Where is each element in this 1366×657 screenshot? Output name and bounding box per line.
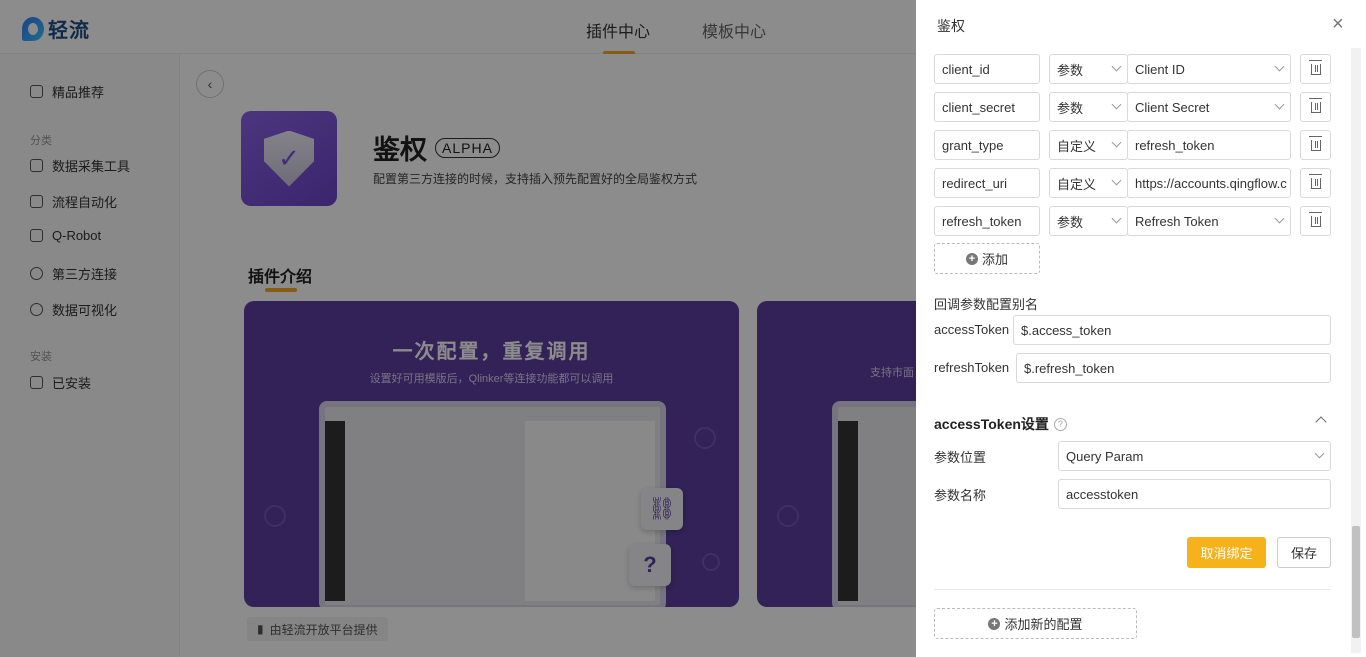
param-value-text: refresh_token bbox=[1135, 137, 1215, 153]
trash-icon bbox=[1308, 135, 1322, 151]
param-type-select[interactable]: 参数 bbox=[1049, 54, 1128, 84]
add-param-button[interactable]: + 添加 bbox=[934, 243, 1040, 274]
chevron-down-icon bbox=[1111, 99, 1122, 110]
chevron-down-icon bbox=[1274, 99, 1285, 110]
param-value-text: Refresh Token bbox=[1135, 213, 1219, 229]
param-value-text: Client ID bbox=[1135, 61, 1185, 77]
param-name-input[interactable]: accesstoken bbox=[1058, 479, 1331, 509]
param-name-field[interactable]: client_secret bbox=[934, 92, 1040, 122]
param-type-select[interactable]: 参数 bbox=[1049, 206, 1128, 236]
param-type-select[interactable]: 自定义 bbox=[1049, 168, 1128, 198]
param-value-text: Client Secret bbox=[1135, 99, 1210, 115]
refresh-token-label: refreshToken bbox=[934, 360, 1010, 375]
callback-alias-title: 回调参数配置别名 bbox=[934, 297, 1039, 312]
chevron-down-icon bbox=[1274, 61, 1285, 72]
param-value-input[interactable]: refresh_token bbox=[1127, 130, 1291, 160]
auth-drawer: 鉴权 × + 添加 回调参数配置别名 accessToken $.access_… bbox=[916, 0, 1366, 657]
param-name-field[interactable]: client_id bbox=[934, 54, 1040, 84]
param-position-select[interactable]: Query Param bbox=[1058, 441, 1331, 471]
delete-param-button[interactable] bbox=[1300, 92, 1331, 122]
param-name-field[interactable]: grant_type bbox=[934, 130, 1040, 160]
param-position-label: 参数位置 bbox=[934, 450, 987, 465]
save-button[interactable]: 保存 bbox=[1277, 537, 1331, 568]
add-config-label: 添加新的配置 bbox=[1004, 617, 1083, 632]
access-token-label: accessToken bbox=[934, 322, 1010, 337]
param-type-value: 自定义 bbox=[1057, 176, 1097, 192]
delete-param-button[interactable] bbox=[1300, 54, 1331, 84]
param-type-select[interactable]: 参数 bbox=[1049, 92, 1128, 122]
chevron-down-icon bbox=[1111, 137, 1122, 148]
chevron-down-icon bbox=[1111, 175, 1122, 186]
param-type-value: 自定义 bbox=[1057, 138, 1097, 154]
scrollbar[interactable] bbox=[1351, 48, 1361, 653]
param-position-value: Query Param bbox=[1066, 448, 1144, 464]
chevron-down-icon bbox=[1274, 213, 1285, 224]
trash-icon bbox=[1308, 59, 1322, 75]
delete-param-button[interactable] bbox=[1300, 168, 1331, 198]
add-param-label: 添加 bbox=[981, 252, 1008, 267]
help-icon[interactable]: ? bbox=[1053, 417, 1067, 431]
trash-icon bbox=[1308, 173, 1322, 189]
trash-icon bbox=[1308, 97, 1322, 113]
param-name-field[interactable]: redirect_uri bbox=[934, 168, 1040, 198]
divider bbox=[934, 589, 1331, 590]
modal-overlay[interactable] bbox=[0, 0, 916, 657]
unbind-button[interactable]: 取消绑定 bbox=[1187, 537, 1266, 568]
param-type-value: 参数 bbox=[1057, 214, 1084, 230]
param-name-label: 参数名称 bbox=[934, 488, 987, 503]
chevron-down-icon bbox=[1111, 61, 1122, 72]
plus-circle-icon: + bbox=[988, 617, 1001, 630]
chevron-down-icon bbox=[1314, 448, 1325, 459]
param-type-value: 参数 bbox=[1057, 62, 1084, 78]
refresh-token-input[interactable]: $.refresh_token bbox=[1016, 353, 1331, 383]
param-value-text: https://accounts.qingflow.c bbox=[1135, 175, 1287, 191]
param-type-value: 参数 bbox=[1057, 100, 1084, 116]
drawer-title: 鉴权 bbox=[937, 18, 965, 34]
param-value-select[interactable]: Client ID bbox=[1127, 54, 1291, 84]
param-value-select[interactable]: Client Secret bbox=[1127, 92, 1291, 122]
chevron-down-icon bbox=[1111, 213, 1122, 224]
chevron-up-icon[interactable] bbox=[1315, 416, 1327, 428]
param-type-select[interactable]: 自定义 bbox=[1049, 130, 1128, 160]
access-token-input[interactable]: $.access_token bbox=[1013, 315, 1331, 345]
close-icon[interactable]: × bbox=[1332, 14, 1344, 34]
section-title-text: accessToken设置 bbox=[934, 416, 1049, 432]
scrollbar-thumb[interactable] bbox=[1352, 526, 1360, 638]
param-value-input[interactable]: https://accounts.qingflow.c bbox=[1127, 168, 1291, 198]
plus-circle-icon: + bbox=[965, 252, 978, 265]
add-config-button[interactable]: + 添加新的配置 bbox=[934, 608, 1137, 639]
delete-param-button[interactable] bbox=[1300, 130, 1331, 160]
param-value-select[interactable]: Refresh Token bbox=[1127, 206, 1291, 236]
delete-param-button[interactable] bbox=[1300, 206, 1331, 236]
access-token-settings-title: accessToken设置 ? bbox=[934, 414, 1067, 434]
trash-icon bbox=[1308, 211, 1322, 227]
param-name-field[interactable]: refresh_token bbox=[934, 206, 1040, 236]
